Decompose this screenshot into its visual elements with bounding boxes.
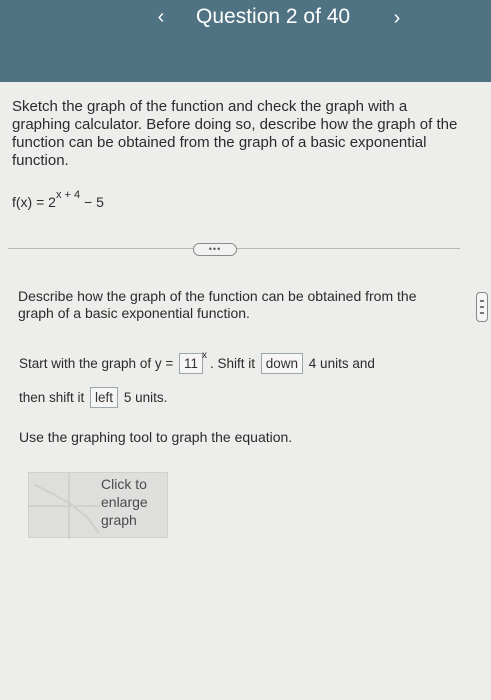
base-answer-box[interactable]: 11 xyxy=(178,353,203,374)
next-question-icon[interactable]: › xyxy=(386,7,408,29)
function-formula: f(x) = 2x + 4 − 5 xyxy=(12,189,104,210)
answer-units1-text: 4 units and xyxy=(305,356,375,371)
answer-start-text: Start with the graph of y = xyxy=(19,356,177,371)
describe-prompt: Describe how the graph of the function c… xyxy=(18,288,417,321)
formula-lhs: f(x) = 2 xyxy=(12,194,56,210)
graph-thumbnail[interactable]: Click to enlarge graph xyxy=(28,472,168,539)
answer-shift-text: . Shift it xyxy=(209,356,259,371)
answer-exponent: x xyxy=(201,350,207,361)
question-header: ‹ Question 2 of 40 › xyxy=(0,0,491,82)
scroll-handle[interactable] xyxy=(476,292,488,322)
formula-exponent: x + 4 xyxy=(55,189,81,201)
question-text: Sketch the graph of the function and che… xyxy=(12,98,458,169)
expand-more-button[interactable]: ••• xyxy=(193,243,237,256)
grip-line xyxy=(480,306,484,308)
question-content: Sketch the graph of the function and che… xyxy=(0,82,491,700)
answer-line-1: Start with the graph of y = 11x. Shift i… xyxy=(19,350,375,374)
enlarge-graph-link[interactable]: Click to enlarge graph xyxy=(101,475,167,529)
question-counter: Question 2 of 40 xyxy=(196,5,351,28)
answer-line-2: then shift it left 5 units. xyxy=(19,387,167,408)
previous-question-icon[interactable]: ‹ xyxy=(150,6,172,28)
answer-units2-text: 5 units. xyxy=(120,390,168,405)
grip-line xyxy=(480,300,484,302)
direction2-answer-box[interactable]: left xyxy=(90,387,119,408)
formula-rhs: − 5 xyxy=(80,194,104,210)
direction1-answer-box[interactable]: down xyxy=(260,353,304,374)
grip-line xyxy=(480,312,484,314)
answer-then-text: then shift it xyxy=(19,390,89,405)
graph-instruction: Use the graphing tool to graph the equat… xyxy=(19,429,293,445)
